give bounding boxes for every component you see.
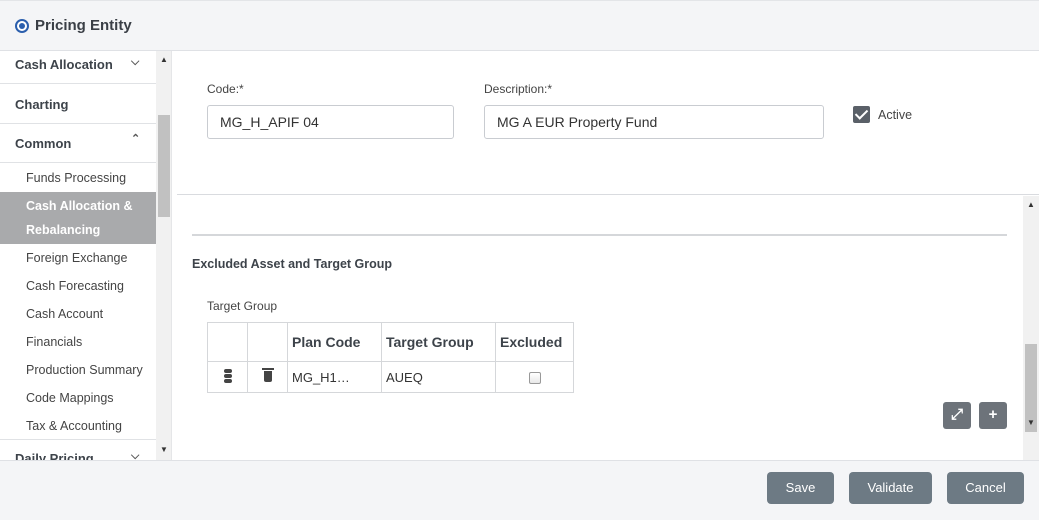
chevron-down-icon: ⌵ (131, 450, 140, 460)
column-header-plan-code[interactable]: Plan Code (287, 322, 382, 362)
sidebar-item-cash-allocation-rebalancing[interactable]: Cash Allocation & Rebalancing (0, 192, 156, 244)
target-group-grid-label: Target Group (207, 299, 278, 313)
sidebar-item-label: Funds Processing (26, 171, 127, 185)
plus-icon: + (988, 406, 998, 423)
validate-button[interactable]: Validate (849, 472, 932, 504)
drag-handle-icon[interactable] (223, 368, 233, 383)
sidebar-item-label: Foreign Exchange (26, 251, 128, 265)
code-input[interactable] (207, 105, 454, 139)
plan-code-cell[interactable]: MG_H1… (287, 361, 382, 393)
column-header-excluded[interactable]: Excluded (495, 322, 574, 362)
sidebar-item-label: Code Mappings (26, 391, 114, 405)
sidebar-item-label: Financials (26, 335, 83, 349)
sidebar-item-label: Production Summary (26, 363, 143, 377)
chevron-up-icon: ⌃ (131, 133, 141, 145)
sidebar-item-cash-forecasting[interactable]: Cash Forecasting (0, 272, 156, 300)
save-button[interactable]: Save (767, 472, 834, 504)
trash-icon[interactable] (261, 368, 274, 383)
scroll-down-arrow-icon[interactable]: ▼ (160, 445, 168, 454)
sidebar-item-financials[interactable]: Financials (0, 328, 156, 356)
excluded-section: Excluded Asset and Target Group Target G… (177, 196, 1023, 460)
description-input[interactable] (484, 105, 824, 139)
sidebar-item-label: Tax & Accounting (26, 419, 122, 433)
drag-handle-cell[interactable] (207, 361, 248, 393)
scroll-down-arrow-icon[interactable]: ▼ (1027, 418, 1035, 427)
sidebar-section-label: Daily Pricing (15, 451, 94, 460)
sidebar-item-tax-accounting[interactable]: Tax & Accounting (0, 412, 156, 440)
sidebar-section-label: Charting (15, 97, 69, 112)
scrollbar-thumb[interactable] (158, 115, 170, 217)
sidebar-section-daily-pricing[interactable]: Daily Pricing ⌵ (0, 441, 156, 460)
radio-icon (15, 19, 29, 33)
active-checkbox[interactable] (853, 106, 870, 123)
footer-bar: Save Validate Cancel (0, 460, 1039, 520)
main-scrollbar[interactable]: ▲ ▼ (1023, 196, 1039, 460)
delete-column-header (247, 322, 288, 362)
sidebar-item-label: Cash Allocation & (26, 199, 133, 213)
cancel-button[interactable]: Cancel (947, 472, 1024, 504)
delete-cell[interactable] (247, 361, 288, 393)
sidebar-item-funds-processing[interactable]: Funds Processing (0, 164, 156, 192)
drag-column-header (207, 322, 248, 362)
sidebar-item-foreign-exchange[interactable]: Foreign Exchange (0, 244, 156, 272)
sidebar-section-label: Cash Allocation (15, 57, 113, 72)
description-label: Description:* (484, 82, 553, 96)
sidebar-item-cash-account[interactable]: Cash Account (0, 300, 156, 328)
column-header-target-group[interactable]: Target Group (381, 322, 496, 362)
table-header-row: Plan Code Target Group Excluded (207, 322, 574, 362)
table-row: MG_H1… AUEQ (207, 361, 574, 393)
target-group-cell[interactable]: AUEQ (381, 361, 496, 393)
sidebar-item-label: Cash Forecasting (26, 279, 124, 293)
sidebar-section-common[interactable]: Common ⌃ (0, 124, 156, 163)
page-title: Pricing Entity (35, 17, 132, 34)
excluded-checkbox[interactable] (528, 372, 541, 385)
active-label: Active (878, 108, 913, 122)
code-label: Code:* (207, 82, 244, 96)
target-group-table: Plan Code Target Group Excluded MG_H1… A… (207, 322, 574, 393)
scroll-up-arrow-icon[interactable]: ▲ (160, 55, 168, 64)
sidebar: Cash Allocation ⌵ Charting Common ⌃ Fund… (0, 51, 172, 460)
excluded-section-title: Excluded Asset and Target Group (192, 257, 393, 271)
excluded-cell[interactable] (495, 361, 574, 393)
expand-button[interactable]: ⤢ (943, 402, 971, 429)
sidebar-section-label: Common (15, 136, 72, 151)
entity-form: Code:* Description:* Active (177, 51, 1039, 195)
sidebar-scrollbar[interactable]: ▲ ▼ (156, 51, 171, 460)
sidebar-section-charting[interactable]: Charting (0, 85, 156, 124)
chevron-down-icon: ⌵ (131, 56, 140, 68)
sidebar-item-code-mappings[interactable]: Code Mappings (0, 384, 156, 412)
sidebar-item-label: Cash Account (26, 307, 104, 321)
sidebar-item-production-summary[interactable]: Production Summary (0, 356, 156, 384)
add-row-button[interactable]: + (979, 402, 1007, 429)
sidebar-item-label: Rebalancing (26, 223, 101, 237)
page-header: Pricing Entity (0, 0, 1039, 51)
section-divider (192, 234, 1007, 236)
expand-icon: ⤢ (950, 406, 963, 423)
scroll-up-arrow-icon[interactable]: ▲ (1027, 200, 1035, 209)
sidebar-section-cash-allocation[interactable]: Cash Allocation ⌵ (0, 51, 156, 84)
